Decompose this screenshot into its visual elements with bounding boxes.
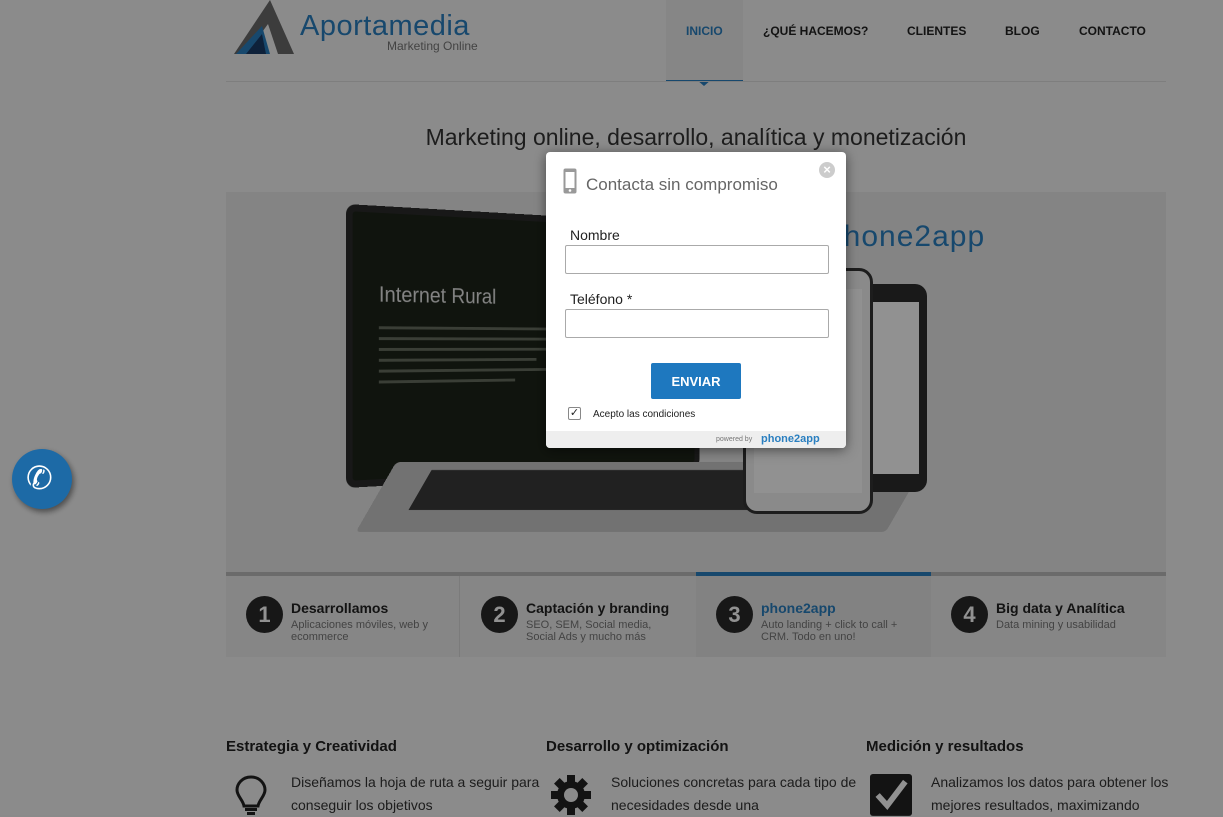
send-button[interactable]: ENVIAR: [651, 363, 741, 399]
name-label: Nombre: [570, 227, 620, 243]
powered-by-brand[interactable]: phone2app: [761, 433, 820, 445]
close-icon[interactable]: ×: [819, 162, 835, 178]
floating-call-button[interactable]: ✆: [12, 449, 72, 509]
terms-label: Acepto las condiciones: [593, 409, 696, 420]
phone-label: Teléfono *: [570, 291, 633, 307]
phone-field[interactable]: [565, 309, 829, 338]
terms-checkbox[interactable]: ✓: [568, 407, 581, 420]
mobile-phone-icon: [563, 168, 577, 194]
powered-by-text: powered by: [716, 436, 753, 443]
phone-call-icon: ✆: [26, 460, 53, 496]
powered-by-bar: powered by phone2app: [546, 431, 846, 448]
contact-modal: Contacta sin compromiso × Nombre Teléfon…: [546, 152, 846, 448]
name-field[interactable]: [565, 245, 829, 274]
modal-title: Contacta sin compromiso: [586, 175, 778, 194]
